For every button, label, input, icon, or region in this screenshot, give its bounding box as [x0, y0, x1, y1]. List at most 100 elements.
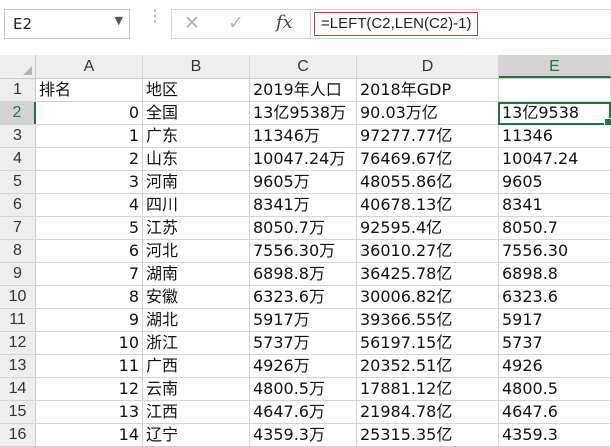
cell-a3[interactable]: 1: [36, 125, 143, 147]
row-header[interactable]: 5: [0, 171, 36, 193]
cell-c6[interactable]: 8341万: [250, 194, 357, 216]
cell-e3[interactable]: 11346: [499, 125, 611, 147]
cell-b10[interactable]: 安徽: [143, 286, 250, 308]
cell-d13[interactable]: 20352.51亿: [357, 355, 499, 377]
cell-d12[interactable]: 56197.15亿: [357, 332, 499, 354]
cell-b16[interactable]: 辽宁: [143, 424, 250, 446]
cell-b5[interactable]: 河南: [143, 171, 250, 193]
cell-d11[interactable]: 39366.55亿: [357, 309, 499, 331]
cell-b1[interactable]: 地区: [143, 79, 250, 101]
cell-e2[interactable]: 13亿9538: [499, 102, 611, 124]
row-header[interactable]: 10: [0, 286, 36, 308]
select-all-button[interactable]: [0, 55, 36, 78]
cell-e12[interactable]: 5737: [499, 332, 611, 354]
column-header-a[interactable]: A: [36, 55, 143, 78]
cell-b13[interactable]: 广西: [143, 355, 250, 377]
cell-c8[interactable]: 7556.30万: [250, 240, 357, 262]
row-header[interactable]: 16: [0, 424, 36, 446]
cell-b9[interactable]: 湖南: [143, 263, 250, 285]
cell-e8[interactable]: 7556.30: [499, 240, 611, 262]
cell-e14[interactable]: 4800.5: [499, 378, 611, 400]
cell-a11[interactable]: 9: [36, 309, 143, 331]
cell-c4[interactable]: 10047.24万: [250, 148, 357, 170]
cell-e13[interactable]: 4926: [499, 355, 611, 377]
cell-a8[interactable]: 6: [36, 240, 143, 262]
cell-a10[interactable]: 8: [36, 286, 143, 308]
row-header[interactable]: 8: [0, 240, 36, 262]
cell-e4[interactable]: 10047.24: [499, 148, 611, 170]
cell-b2[interactable]: 全国: [143, 102, 250, 124]
row-header[interactable]: 14: [0, 378, 36, 400]
cell-c10[interactable]: 6323.6万: [250, 286, 357, 308]
cell-e10[interactable]: 6323.6: [499, 286, 611, 308]
cell-a4[interactable]: 2: [36, 148, 143, 170]
cell-a16[interactable]: 14: [36, 424, 143, 446]
cell-d3[interactable]: 97277.77亿: [357, 125, 499, 147]
cell-c15[interactable]: 4647.6万: [250, 401, 357, 423]
cell-c9[interactable]: 6898.8万: [250, 263, 357, 285]
enter-icon[interactable]: ✓: [228, 12, 244, 34]
cell-e11[interactable]: 5917: [499, 309, 611, 331]
row-header[interactable]: 7: [0, 217, 36, 239]
cell-c12[interactable]: 5737万: [250, 332, 357, 354]
row-header[interactable]: 3: [0, 125, 36, 147]
cell-b12[interactable]: 浙江: [143, 332, 250, 354]
cell-c11[interactable]: 5917万: [250, 309, 357, 331]
cell-b6[interactable]: 四川: [143, 194, 250, 216]
cell-b4[interactable]: 山东: [143, 148, 250, 170]
cell-b11[interactable]: 湖北: [143, 309, 250, 331]
formula-input[interactable]: =LEFT(C2,LEN(C2)-1): [311, 9, 611, 39]
row-header[interactable]: 4: [0, 148, 36, 170]
cell-c5[interactable]: 9605万: [250, 171, 357, 193]
cell-d2[interactable]: 90.03万亿: [357, 102, 499, 124]
cell-b8[interactable]: 河北: [143, 240, 250, 262]
cell-e15[interactable]: 4647.6: [499, 401, 611, 423]
column-header-b[interactable]: B: [143, 55, 250, 78]
cell-a6[interactable]: 4: [36, 194, 143, 216]
cell-a12[interactable]: 10: [36, 332, 143, 354]
cell-e6[interactable]: 8341: [499, 194, 611, 216]
cell-c7[interactable]: 8050.7万: [250, 217, 357, 239]
column-header-e[interactable]: E: [499, 55, 611, 78]
cell-d9[interactable]: 36425.78亿: [357, 263, 499, 285]
cell-c16[interactable]: 4359.3万: [250, 424, 357, 446]
cell-c3[interactable]: 11346万: [250, 125, 357, 147]
cell-c13[interactable]: 4926万: [250, 355, 357, 377]
cell-d4[interactable]: 76469.67亿: [357, 148, 499, 170]
chevron-down-icon[interactable]: ▼: [115, 14, 123, 27]
row-header[interactable]: 9: [0, 263, 36, 285]
cell-c2[interactable]: 13亿9538万: [250, 102, 357, 124]
drag-handle-icon[interactable]: ⋮: [147, 8, 163, 24]
cell-e5[interactable]: 9605: [499, 171, 611, 193]
cell-a15[interactable]: 13: [36, 401, 143, 423]
cell-d14[interactable]: 17881.12亿: [357, 378, 499, 400]
cell-e9[interactable]: 6898.8: [499, 263, 611, 285]
cell-a7[interactable]: 5: [36, 217, 143, 239]
row-header[interactable]: 11: [0, 309, 36, 331]
name-box[interactable]: E2 ▼: [4, 9, 130, 39]
row-header[interactable]: 15: [0, 401, 36, 423]
cell-d7[interactable]: 92595.4亿: [357, 217, 499, 239]
cell-d16[interactable]: 25315.35亿: [357, 424, 499, 446]
cell-d6[interactable]: 40678.13亿: [357, 194, 499, 216]
cell-c14[interactable]: 4800.5万: [250, 378, 357, 400]
cell-a2[interactable]: 0: [36, 102, 143, 124]
cell-d15[interactable]: 21984.78亿: [357, 401, 499, 423]
cell-d1[interactable]: 2018年GDP: [357, 79, 499, 101]
cell-d8[interactable]: 36010.27亿: [357, 240, 499, 262]
row-header[interactable]: 6: [0, 194, 36, 216]
cell-a13[interactable]: 11: [36, 355, 143, 377]
cell-d5[interactable]: 48055.86亿: [357, 171, 499, 193]
row-header[interactable]: 12: [0, 332, 36, 354]
cell-a5[interactable]: 3: [36, 171, 143, 193]
cell-b15[interactable]: 江西: [143, 401, 250, 423]
cell-b14[interactable]: 云南: [143, 378, 250, 400]
formula-text[interactable]: =LEFT(C2,LEN(C2)-1): [314, 12, 479, 36]
column-header-c[interactable]: C: [250, 55, 357, 78]
row-header[interactable]: 2: [0, 102, 36, 124]
cell-b7[interactable]: 江苏: [143, 217, 250, 239]
cell-a9[interactable]: 7: [36, 263, 143, 285]
cell-e16[interactable]: 4359.3: [499, 424, 611, 446]
insert-function-icon[interactable]: fx: [276, 12, 293, 33]
row-header[interactable]: 13: [0, 355, 36, 377]
